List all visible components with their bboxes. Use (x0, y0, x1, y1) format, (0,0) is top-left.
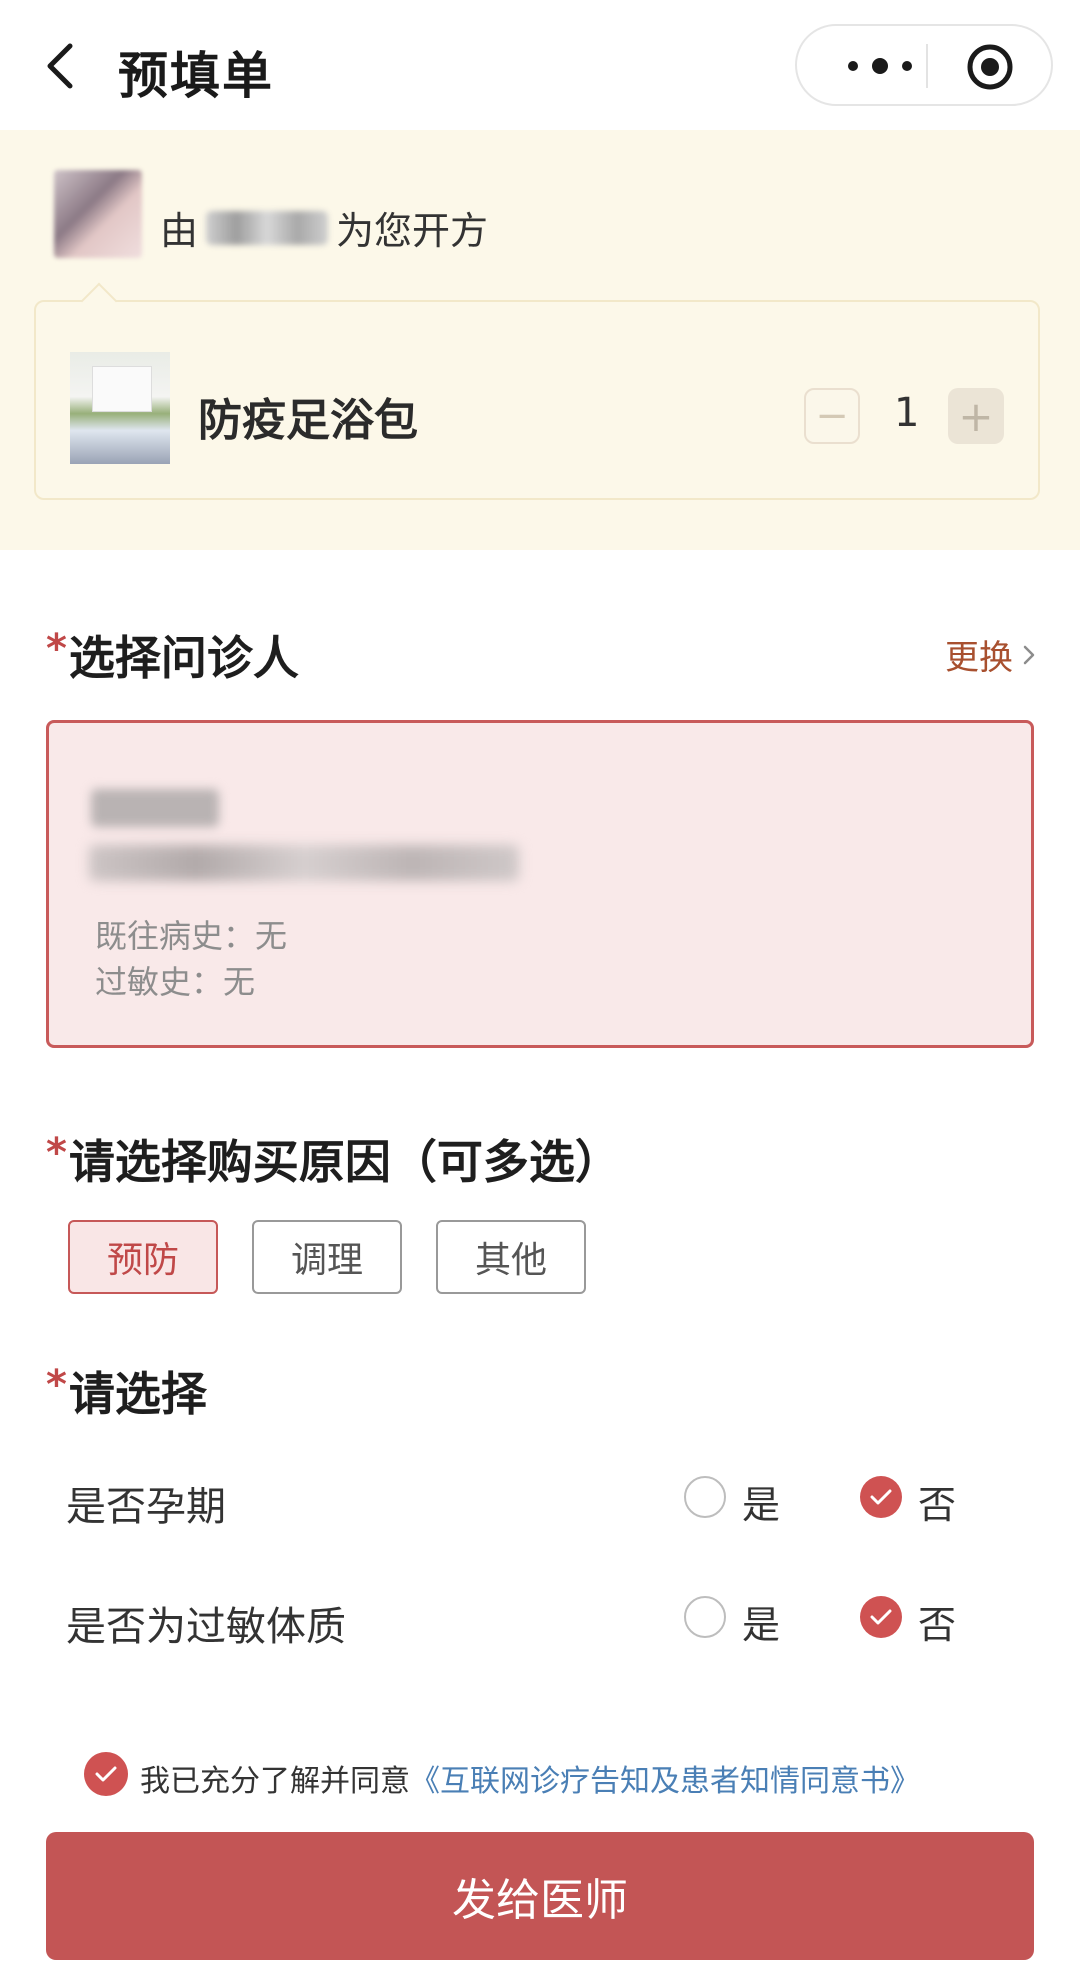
product-name: 防疫足浴包 (198, 395, 418, 446)
change-label: 更换 (945, 638, 1013, 678)
patient-name-blurred (91, 789, 219, 827)
patient-history: 既往病史：无 过敏史：无 (95, 913, 287, 1005)
allergy-no-label: 否 (918, 1603, 957, 1647)
change-consultee-link[interactable]: 更换 (945, 630, 1039, 679)
reason-title-text: 请选择购买原因（可多选） (68, 1135, 621, 1189)
allergy-yes-label: 是 (742, 1603, 781, 1647)
nav-header: 预填单 (0, 0, 1080, 130)
send-to-doctor-button[interactable]: 发给医师 (46, 1832, 1034, 1960)
agreement-line: 我已充分了解并同意《互联网诊疗告知及患者知情同意书》 (140, 1756, 920, 1800)
pregnancy-no-label: 否 (918, 1483, 957, 1527)
question-pregnancy: 是否孕期 (66, 1484, 226, 1530)
consultee-title-text: 选择问诊人 (68, 631, 299, 685)
reason-option-prevent[interactable]: 预防 (68, 1220, 218, 1294)
target-icon[interactable] (965, 42, 1015, 92)
reason-option-regulate[interactable]: 调理 (252, 1220, 402, 1294)
required-star: * (46, 1130, 67, 1176)
agreement-text: 我已充分了解并同意 (140, 1764, 410, 1799)
product-image (70, 352, 170, 464)
allergy-yes-radio[interactable] (684, 1596, 726, 1638)
pregnancy-yes-label: 是 (742, 1483, 781, 1527)
doctor-name-blurred (206, 210, 329, 245)
pregnancy-yes-radio[interactable] (684, 1476, 726, 1518)
page-title: 预填单 (118, 47, 274, 105)
product-card: 防疫足浴包 − 1 + (34, 300, 1040, 500)
allergy-history: 过敏史：无 (95, 963, 256, 1001)
prescriber-prefix: 由 (160, 209, 199, 253)
choose-section-title: *请选择 (46, 1358, 207, 1424)
patient-card[interactable]: 既往病史：无 过敏史：无 (46, 720, 1034, 1048)
pregnancy-no-radio[interactable] (860, 1476, 902, 1518)
chevron-right-icon (1023, 645, 1035, 664)
required-star: * (46, 1362, 67, 1408)
required-star: * (46, 626, 67, 672)
mini-program-capsule (795, 24, 1053, 106)
doctor-avatar (54, 170, 142, 258)
quantity-decrease-button[interactable]: − (804, 388, 860, 444)
prescription-section: 由 为您开方 防疫足浴包 − 1 + (0, 130, 1080, 550)
medical-history: 既往病史：无 (95, 917, 288, 955)
quantity-increase-button[interactable]: + (948, 388, 1004, 444)
check-icon (870, 1489, 892, 1505)
reason-section-title: *请选择购买原因（可多选） (46, 1126, 621, 1192)
consultee-section-title: *选择问诊人 (46, 622, 299, 688)
patient-info-blurred (89, 845, 519, 881)
back-icon[interactable] (40, 40, 80, 92)
reason-options: 预防 调理 其他 (68, 1220, 586, 1294)
allergy-no-radio[interactable] (860, 1596, 902, 1638)
check-icon (870, 1609, 892, 1625)
choose-title-text: 请选择 (68, 1367, 207, 1421)
question-allergy: 是否为过敏体质 (66, 1604, 346, 1650)
more-icon[interactable] (835, 48, 925, 84)
check-icon (95, 1766, 117, 1782)
agreement-checkbox[interactable] (84, 1752, 128, 1796)
quantity-value: 1 (894, 390, 920, 436)
reason-option-other[interactable]: 其他 (436, 1220, 586, 1294)
consent-document-link[interactable]: 《互联网诊疗告知及患者知情同意书》 (410, 1764, 920, 1799)
capsule-divider (926, 44, 928, 88)
prescriber-suffix: 为您开方 (336, 209, 489, 253)
prescriber-line: 由 为您开方 (160, 200, 488, 255)
